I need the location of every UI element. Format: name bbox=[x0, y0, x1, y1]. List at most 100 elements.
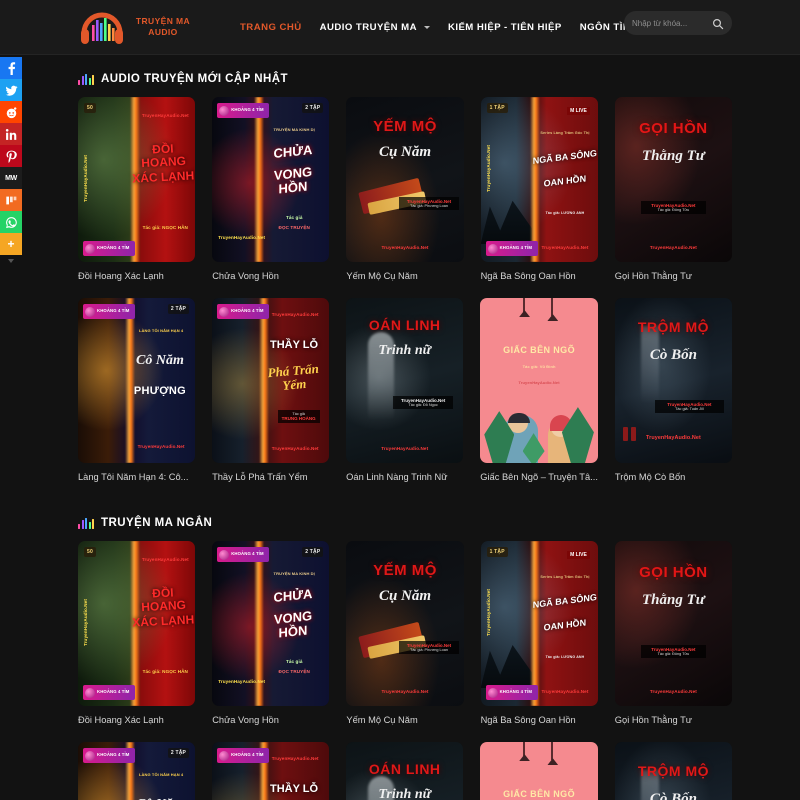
social-share-mix-icon[interactable] bbox=[0, 189, 22, 211]
story-card[interactable]: TRỘM MỘ Cò Bốn TruyenHayAudio.NetTác giả… bbox=[615, 742, 732, 800]
story-card[interactable]: YẾM MỘ Cụ Năm TruyenHayAudio.NetTác giả:… bbox=[346, 541, 463, 742]
story-card[interactable]: TruyenHayAudio.Net THẦY LỖ Phá Trấn Yểm … bbox=[212, 298, 329, 499]
social-share-linkedin-icon[interactable] bbox=[0, 123, 22, 145]
story-poster[interactable]: YẾM MỘ Cụ Năm TruyenHayAudio.NetTác giả:… bbox=[346, 97, 463, 262]
story-poster[interactable]: TruyenHayAudio.Net TRUYỆN MA KINH DỊ CHỬ… bbox=[212, 97, 329, 262]
brand-chip-label: KHOẢNG 4 TỈM bbox=[97, 690, 129, 695]
social-share-facebook-icon[interactable] bbox=[0, 57, 22, 79]
story-card[interactable]: TruyenHayAudio.Net THẦY LỖ Phá Trấn Yểm … bbox=[212, 742, 329, 800]
story-title[interactable]: Yếm Mộ Cụ Năm bbox=[346, 270, 463, 282]
card-grid-0-1: LÀNG TÔI NĂM HẠN 4 Cô Năm PHƯỢNG TruyenH… bbox=[78, 298, 732, 499]
site-logo[interactable]: TRUYỆN MA AUDIO bbox=[78, 7, 203, 47]
nav-item-2[interactable]: KIẾM HIỆP - TIÊN HIỆP bbox=[439, 16, 571, 39]
brand-chip: KHOẢNG 4 TỈM bbox=[217, 103, 269, 118]
story-card[interactable]: OÁN LINH Trinh nữ TruyenHayAudio.NetTác … bbox=[346, 298, 463, 499]
story-poster[interactable]: YẾM MỘ Cụ Năm TruyenHayAudio.NetTác giả:… bbox=[346, 541, 463, 706]
social-share-twitter-icon[interactable] bbox=[0, 79, 22, 101]
story-card[interactable]: TruyenHayAudio.Net TRUYỆN MA KINH DỊ CHỬ… bbox=[212, 97, 329, 298]
story-card[interactable]: TruyenHayAudio.Net TruyenHayAudio.Net ĐỒ… bbox=[78, 541, 195, 742]
story-title[interactable]: Gọi Hồn Thằng Tư bbox=[615, 270, 732, 282]
story-poster[interactable]: GIẤC BÊN NGÕ Tác giả: Vũ Đình TruyenHayA… bbox=[480, 298, 598, 463]
story-poster[interactable]: LÀNG TÔI NĂM HẠN 4 Cô Năm PHƯỢNG TruyenH… bbox=[78, 298, 195, 463]
equalizer-icon bbox=[78, 74, 94, 85]
equalizer-bar bbox=[85, 74, 87, 85]
brand-chip-icon bbox=[85, 244, 95, 254]
story-poster[interactable]: GỌI HỒN Thằng Tư TruyenHayAudio.NetTác g… bbox=[615, 541, 732, 706]
nav-item-0[interactable]: TRANG CHỦ bbox=[231, 16, 311, 39]
social-share-whatsapp-icon[interactable] bbox=[0, 211, 22, 233]
story-poster[interactable]: LÀNG TÔI NĂM HẠN 4 Cô Năm PHƯỢNG TruyenH… bbox=[78, 742, 195, 800]
story-card[interactable]: TruyenHayAudio.Net Series Làng Trăm Gốc … bbox=[481, 541, 598, 742]
brand-chip: KHOẢNG 4 TỈM bbox=[83, 241, 135, 256]
story-poster[interactable]: TRỘM MỘ Cò Bốn TruyenHayAudio.NetTác giả… bbox=[615, 298, 732, 463]
equalizer-bar bbox=[89, 78, 91, 85]
brand-chip-icon bbox=[219, 751, 229, 761]
story-card[interactable]: TruyenHayAudio.Net TruyenHayAudio.Net ĐỒ… bbox=[78, 97, 195, 298]
story-title[interactable]: Đồi Hoang Xác Lạnh bbox=[78, 270, 195, 282]
brand-chip-label: KHOẢNG 4 TỈM bbox=[97, 309, 129, 314]
story-title[interactable]: Trộm Mộ Cò Bốn bbox=[615, 471, 732, 483]
story-title[interactable]: Yếm Mộ Cụ Năm bbox=[346, 714, 463, 726]
social-share-rail: MW + bbox=[0, 57, 22, 267]
story-poster[interactable]: TruyenHayAudio.Net THẦY LỖ Phá Trấn Yểm … bbox=[212, 298, 329, 463]
social-share-share-more-icon[interactable]: + bbox=[0, 233, 22, 255]
story-card[interactable]: LÀNG TÔI NĂM HẠN 4 Cô Năm PHƯỢNG TruyenH… bbox=[78, 742, 195, 800]
search-box[interactable] bbox=[624, 11, 732, 35]
story-poster[interactable]: TRỘM MỘ Cò Bốn TruyenHayAudio.NetTác giả… bbox=[615, 742, 732, 800]
story-poster[interactable]: TruyenHayAudio.Net TruyenHayAudio.Net ĐỒ… bbox=[78, 97, 195, 262]
story-card[interactable]: LÀNG TÔI NĂM HẠN 4 Cô Năm PHƯỢNG TruyenH… bbox=[78, 298, 195, 499]
story-poster[interactable]: GIẤC BÊN NGÕ Tác giả: Vũ Đình TruyenHayA… bbox=[480, 742, 598, 800]
story-card[interactable]: GỌI HỒN Thằng Tư TruyenHayAudio.NetTác g… bbox=[615, 97, 732, 298]
episode-badge: 50 bbox=[84, 547, 96, 557]
social-share-mewe-icon[interactable]: MW bbox=[0, 167, 22, 189]
story-card[interactable]: GIẤC BÊN NGÕ Tác giả: Vũ Đình TruyenHayA… bbox=[480, 298, 598, 499]
nav-item-1[interactable]: AUDIO TRUYỆN MA bbox=[311, 16, 439, 39]
equalizer-bar bbox=[92, 519, 94, 529]
story-title[interactable]: Ngã Ba Sông Oan Hồn bbox=[481, 270, 598, 282]
story-poster[interactable]: TruyenHayAudio.Net TruyenHayAudio.Net ĐỒ… bbox=[78, 541, 195, 706]
story-poster[interactable]: TruyenHayAudio.Net TRUYỆN MA KINH DỊ CHỬ… bbox=[212, 541, 329, 706]
story-title[interactable]: Đồi Hoang Xác Lạnh bbox=[78, 714, 195, 726]
live-badge: M LIVE bbox=[567, 107, 590, 115]
episode-badge: 1 TẬP bbox=[487, 103, 508, 113]
search-icon[interactable] bbox=[712, 17, 724, 29]
equalizer-bar bbox=[89, 522, 91, 529]
story-card[interactable]: GỌI HỒN Thằng Tư TruyenHayAudio.NetTác g… bbox=[615, 541, 732, 742]
story-title[interactable]: Oán Linh Nàng Trinh Nữ bbox=[346, 471, 463, 483]
brand-chip-label: KHOẢNG 4 TỈM bbox=[500, 690, 532, 695]
story-title[interactable]: Giấc Bên Ngõ – Truyện Tâ... bbox=[480, 471, 598, 483]
story-card[interactable]: GIẤC BÊN NGÕ Tác giả: Vũ Đình TruyenHayA… bbox=[480, 742, 598, 800]
story-card[interactable]: TRỘM MỘ Cò Bốn TruyenHayAudio.NetTác giả… bbox=[615, 298, 732, 499]
social-share-pinterest-icon[interactable] bbox=[0, 145, 22, 167]
story-card[interactable]: TruyenHayAudio.Net Series Làng Trăm Gốc … bbox=[481, 97, 598, 298]
logo-line-1: TRUYỆN MA bbox=[136, 16, 190, 26]
card-grid-1-1: LÀNG TÔI NĂM HẠN 4 Cô Năm PHƯỢNG TruyenH… bbox=[78, 742, 732, 800]
headphones-logo-icon bbox=[78, 7, 126, 47]
story-poster[interactable]: TruyenHayAudio.Net Series Làng Trăm Gốc … bbox=[481, 541, 598, 706]
social-share-reddit-icon[interactable] bbox=[0, 101, 22, 123]
story-title[interactable]: Gọi Hồn Thằng Tư bbox=[615, 714, 732, 726]
story-card[interactable]: YẾM MỘ Cụ Năm TruyenHayAudio.NetTác giả:… bbox=[346, 97, 463, 298]
story-title[interactable]: Ngã Ba Sông Oan Hồn bbox=[481, 714, 598, 726]
card-grid-0-0: TruyenHayAudio.Net TruyenHayAudio.Net ĐỒ… bbox=[78, 97, 732, 298]
search-input[interactable] bbox=[632, 19, 712, 28]
story-title[interactable]: Chửa Vong Hồn bbox=[212, 270, 329, 282]
story-poster[interactable]: GỌI HỒN Thằng Tư TruyenHayAudio.NetTác g… bbox=[615, 97, 732, 262]
logo-line-2: AUDIO bbox=[148, 27, 177, 37]
story-title[interactable]: Làng Tôi Năm Hạn 4: Cô... bbox=[78, 471, 195, 483]
equalizer-bar bbox=[78, 524, 80, 529]
story-title[interactable]: Chửa Vong Hồn bbox=[212, 714, 329, 726]
story-poster[interactable]: OÁN LINH Trinh nữ TruyenHayAudio.NetTác … bbox=[346, 298, 463, 463]
story-poster[interactable]: TruyenHayAudio.Net THẦY LỖ Phá Trấn Yểm … bbox=[212, 742, 329, 800]
chevron-down-icon[interactable] bbox=[424, 26, 430, 29]
brand-chip-label: KHOẢNG 4 TỈM bbox=[231, 309, 263, 314]
story-card[interactable]: OÁN LINH Trinh nữ TruyenHayAudio.NetTác … bbox=[346, 742, 463, 800]
story-title[interactable]: Thầy Lỗ Phá Trấn Yểm bbox=[212, 471, 329, 483]
story-poster[interactable]: TruyenHayAudio.Net Series Làng Trăm Gốc … bbox=[481, 97, 598, 262]
story-card[interactable]: TruyenHayAudio.Net TRUYỆN MA KINH DỊ CHỬ… bbox=[212, 541, 329, 742]
brand-chip-icon bbox=[488, 244, 498, 254]
brand-chip: KHOẢNG 4 TỈM bbox=[217, 748, 269, 763]
social-rail-collapse-icon[interactable] bbox=[0, 255, 22, 267]
episode-badge: 2 TẬP bbox=[302, 103, 323, 113]
story-poster[interactable]: OÁN LINH Trinh nữ TruyenHayAudio.NetTác … bbox=[346, 742, 463, 800]
